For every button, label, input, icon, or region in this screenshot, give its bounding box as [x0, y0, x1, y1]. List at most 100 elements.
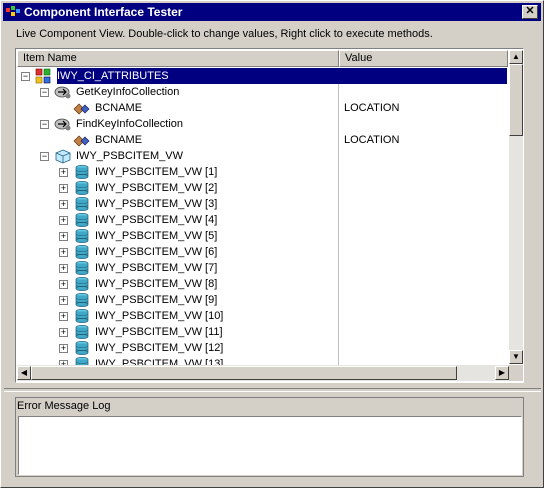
title-bar[interactable]: Component Interface Tester ✕: [3, 3, 541, 21]
tree-row[interactable]: + IWY_PSBCITEM_VW [6]: [17, 244, 508, 260]
tree-item-name[interactable]: IWY_PSBCITEM_VW [6]: [95, 245, 217, 259]
key-collection-icon: [54, 84, 72, 100]
expand-icon[interactable]: +: [59, 232, 68, 241]
tree-item-name[interactable]: IWY_PSBCITEM_VW [4]: [95, 213, 217, 227]
tree-row[interactable]: − IWY_CI_ATTRIBUTES: [17, 68, 508, 84]
tree-row[interactable]: + IWY_PSBCITEM_VW [12]: [17, 340, 508, 356]
tree-item-value[interactable]: LOCATION: [344, 101, 399, 115]
horizontal-scroll-thumb[interactable]: [31, 366, 457, 380]
tree-row[interactable]: BCNAME LOCATION: [17, 100, 508, 116]
tree-row[interactable]: + IWY_PSBCITEM_VW [9]: [17, 292, 508, 308]
tree-row[interactable]: + IWY_PSBCITEM_VW [1]: [17, 164, 508, 180]
scroll-right-button[interactable]: ▶: [495, 366, 509, 380]
tree-item-name[interactable]: IWY_PSBCITEM_VW [12]: [95, 341, 223, 355]
scrollbar-corner: [509, 365, 523, 381]
tree-row[interactable]: − GetKeyInfoCollection: [17, 84, 508, 100]
component-tree-view[interactable]: Item Name Value − IWY_CI_ATTRIBUTES − GetKe…: [15, 48, 524, 383]
tree-item-name[interactable]: BCNAME: [95, 133, 142, 147]
tree-row[interactable]: + IWY_PSBCITEM_VW [7]: [17, 260, 508, 276]
tree-row[interactable]: BCNAME LOCATION: [17, 132, 508, 148]
database-record-icon: [73, 356, 91, 365]
tree-item-value[interactable]: LOCATION: [344, 133, 399, 147]
tree-item-name[interactable]: IWY_PSBCITEM_VW [2]: [95, 181, 217, 195]
tree-item-name[interactable]: IWY_PSBCITEM_VW [13]: [95, 357, 223, 365]
arrow-right-icon: ▶: [498, 368, 506, 377]
tree-item-name[interactable]: IWY_PSBCITEM_VW [9]: [95, 293, 217, 307]
key-field-icon: [73, 132, 91, 148]
tree-item-name[interactable]: IWY_PSBCITEM_VW [7]: [95, 261, 217, 275]
tree-item-name[interactable]: IWY_PSBCITEM_VW [10]: [95, 309, 223, 323]
expand-icon[interactable]: +: [59, 264, 68, 273]
tree-item-name[interactable]: IWY_PSBCITEM_VW [8]: [95, 277, 217, 291]
tree-item-name[interactable]: IWY_PSBCITEM_VW [11]: [95, 325, 223, 339]
app-icon: [6, 6, 20, 18]
database-record-icon: [73, 308, 91, 324]
scroll-down-button[interactable]: ▼: [509, 350, 523, 364]
tree-row[interactable]: − FindKeyInfoCollection: [17, 116, 508, 132]
database-record-icon: [73, 212, 91, 228]
instructions-text: Live Component View. Double-click to cha…: [16, 28, 433, 40]
tree-item-name[interactable]: IWY_PSBCITEM_VW [5]: [95, 229, 217, 243]
expand-icon[interactable]: +: [59, 344, 68, 353]
error-log-label: Error Message Log: [17, 400, 111, 412]
key-collection-icon: [54, 116, 72, 132]
scroll-left-button[interactable]: ◀: [17, 366, 31, 380]
expand-icon[interactable]: +: [59, 184, 68, 193]
error-log-group: Error Message Log: [15, 397, 524, 477]
expand-icon[interactable]: +: [59, 216, 68, 225]
vertical-scroll-thumb[interactable]: [509, 64, 523, 136]
database-record-icon: [73, 340, 91, 356]
database-record-icon: [73, 164, 91, 180]
tree-row[interactable]: + IWY_PSBCITEM_VW [8]: [17, 276, 508, 292]
close-icon: ✕: [525, 5, 535, 17]
expand-icon[interactable]: +: [59, 280, 68, 289]
expand-icon[interactable]: +: [59, 296, 68, 305]
close-button[interactable]: ✕: [522, 5, 538, 19]
database-record-icon: [73, 244, 91, 260]
tree-item-name[interactable]: FindKeyInfoCollection: [76, 117, 183, 131]
collapse-icon[interactable]: −: [40, 120, 49, 129]
component-interface-icon: [35, 68, 53, 84]
arrow-down-icon: ▼: [512, 352, 520, 361]
collapse-icon[interactable]: −: [40, 152, 49, 161]
database-record-icon: [73, 324, 91, 340]
tree-row[interactable]: + IWY_PSBCITEM_VW [5]: [17, 228, 508, 244]
column-header-value[interactable]: Value: [339, 50, 508, 67]
vertical-scrollbar[interactable]: ▲ ▼: [509, 50, 523, 364]
tree-item-name[interactable]: IWY_CI_ATTRIBUTES: [57, 69, 169, 83]
tree-item-name[interactable]: IWY_PSBCITEM_VW: [76, 149, 183, 163]
tree-item-name[interactable]: GetKeyInfoCollection: [76, 85, 179, 99]
expand-icon[interactable]: +: [59, 200, 68, 209]
tree-row[interactable]: + IWY_PSBCITEM_VW [10]: [17, 308, 508, 324]
database-record-icon: [73, 276, 91, 292]
horizontal-scrollbar[interactable]: ◀ ▶: [17, 365, 509, 381]
column-header-item-name[interactable]: Item Name: [17, 50, 339, 67]
window-title: Component Interface Tester: [24, 5, 183, 19]
pane-splitter[interactable]: [4, 388, 541, 392]
tree-item-name[interactable]: IWY_PSBCITEM_VW [1]: [95, 165, 217, 179]
expand-icon[interactable]: +: [59, 312, 68, 321]
tree-row[interactable]: + IWY_PSBCITEM_VW [11]: [17, 324, 508, 340]
tree-row[interactable]: + IWY_PSBCITEM_VW [13]: [17, 356, 508, 365]
column-header: Item Name Value: [17, 50, 508, 67]
error-log-textbox[interactable]: [18, 416, 522, 475]
scroll-up-button[interactable]: ▲: [509, 50, 523, 64]
tree-rows: − IWY_CI_ATTRIBUTES − GetKeyInfoCollection B…: [17, 68, 508, 365]
tree-item-name[interactable]: IWY_PSBCITEM_VW [3]: [95, 197, 217, 211]
component-interface-tester-window: Component Interface Tester ✕ Live Compon…: [0, 0, 544, 488]
collapse-icon[interactable]: −: [21, 72, 30, 81]
tree-item-name[interactable]: BCNAME: [95, 101, 142, 115]
database-record-icon: [73, 228, 91, 244]
expand-icon[interactable]: +: [59, 328, 68, 337]
tree-row[interactable]: + IWY_PSBCITEM_VW [3]: [17, 196, 508, 212]
tree-row[interactable]: + IWY_PSBCITEM_VW [2]: [17, 180, 508, 196]
key-field-icon: [73, 100, 91, 116]
tree-row[interactable]: − IWY_PSBCITEM_VW: [17, 148, 508, 164]
expand-icon[interactable]: +: [59, 168, 68, 177]
tree-row[interactable]: + IWY_PSBCITEM_VW [4]: [17, 212, 508, 228]
arrow-left-icon: ◀: [20, 368, 28, 377]
expand-icon[interactable]: +: [59, 248, 68, 257]
collapse-icon[interactable]: −: [40, 88, 49, 97]
arrow-up-icon: ▲: [512, 52, 520, 61]
database-record-icon: [73, 292, 91, 308]
